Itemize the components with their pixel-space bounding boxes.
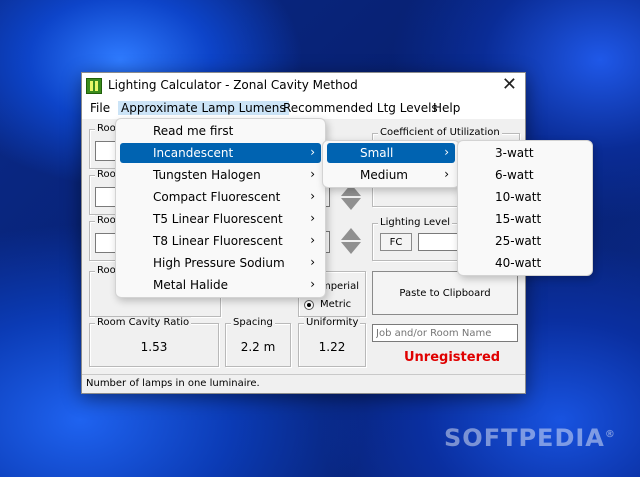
registered-mark: ® [604,429,616,440]
menu-item-label: 6-watt [495,168,534,182]
cu-label: Coefficient of Utilization [378,127,502,138]
menu-item-10-watt[interactable]: 10-watt [462,187,588,207]
menu-item-label: Small [360,146,394,160]
chevron-right-icon: › [310,167,315,181]
title-bar[interactable]: Lighting Calculator - Zonal Cavity Metho… [82,73,525,99]
menu-item-label: Read me first [153,124,234,138]
small-submenu: 3-watt 6-watt 10-watt 15-watt 25-watt 40… [457,140,593,276]
uniformity-label: Uniformity [304,317,361,328]
menu-item-metal-halide[interactable]: Metal Halide › [120,275,321,295]
room-input-1[interactable] [95,141,117,161]
menu-file[interactable]: File [87,101,113,115]
close-icon[interactable]: ✕ [502,75,517,95]
menu-item-tungsten-halogen[interactable]: Tungsten Halogen › [120,165,321,185]
menu-item-3-watt[interactable]: 3-watt [462,143,588,163]
menu-item-read-me-first[interactable]: Read me first [120,121,321,141]
status-text: Number of lamps in one luminaire. [86,378,260,389]
room-cavity-ratio-group: Room Cavity Ratio 1.53 [89,317,219,367]
paste-to-clipboard-button[interactable]: Paste to Clipboard [372,271,518,315]
menu-item-small[interactable]: Small › [327,143,455,163]
chevron-right-icon: › [310,145,315,159]
metric-label: Metric [320,299,352,310]
chevron-right-icon: › [310,189,315,203]
menu-item-compact-fluorescent[interactable]: Compact Fluorescent › [120,187,321,207]
menu-item-label: Medium [360,168,408,182]
menu-item-medium[interactable]: Medium › [327,165,455,185]
menu-item-label: T5 Linear Fluorescent [153,212,283,226]
chevron-right-icon: › [310,233,315,247]
uniformity-value: 1.22 [318,340,346,354]
menu-item-label: Incandescent [153,146,234,160]
menu-item-t5-linear-fluorescent[interactable]: T5 Linear Fluorescent › [120,209,321,229]
chevron-right-icon: › [310,211,315,225]
menu-item-label: Metal Halide [153,278,228,292]
menu-item-incandescent[interactable]: Incandescent › [120,143,321,163]
menu-item-high-pressure-sodium[interactable]: High Pressure Sodium › [120,253,321,273]
window-title: Lighting Calculator - Zonal Cavity Metho… [108,78,358,92]
softpedia-watermark: SOFTPEDIA® [444,424,616,452]
lamp-lumens-menu: Read me first Incandescent › Tungsten Ha… [115,118,326,298]
menu-item-label: 3-watt [495,146,534,160]
menu-item-label: Tungsten Halogen [153,168,261,182]
lighting-level-input[interactable] [418,233,458,251]
menu-item-label: High Pressure Sodium [153,256,285,270]
menu-approximate-lamp-lumens[interactable]: Approximate Lamp Lumens [118,101,289,115]
menu-item-label: Compact Fluorescent [153,190,281,204]
job-room-name-input[interactable] [372,324,518,342]
room-input-3[interactable] [95,233,117,253]
menu-item-label: T8 Linear Fluorescent [153,234,283,248]
unregistered-label: Unregistered [404,350,501,365]
menu-item-label: 15-watt [495,212,542,226]
menu-recommended-ltg-levels[interactable]: Recommended Ltg Levels [280,101,441,115]
spacing-group: Spacing 2.2 m [225,317,291,367]
metric-radio[interactable] [304,300,314,310]
menu-item-label: 40-watt [495,256,542,270]
lighting-calculator-icon [86,78,102,94]
incandescent-submenu: Small › Medium › [322,140,460,188]
menu-help[interactable]: Help [430,101,463,115]
menu-item-25-watt[interactable]: 25-watt [462,231,588,251]
spinner-2[interactable] [340,227,362,257]
chevron-right-icon: › [310,277,315,291]
lighting-level-label: Lighting Level [378,217,452,228]
room-input-2[interactable] [95,187,117,207]
room-cavity-ratio-label: Room Cavity Ratio [95,317,192,328]
fc-button[interactable]: FC [380,233,412,251]
spacing-label: Spacing [231,317,275,328]
menu-item-label: 25-watt [495,234,542,248]
chevron-right-icon: › [444,145,449,159]
spacing-value: 2.2 m [240,340,276,354]
menu-bar: File Approximate Lamp Lumens Recommended… [82,99,525,119]
chevron-right-icon: › [444,167,449,181]
menu-item-t8-linear-fluorescent[interactable]: T8 Linear Fluorescent › [120,231,321,251]
menu-item-15-watt[interactable]: 15-watt [462,209,588,229]
watermark-text: SOFTPEDIA [444,424,605,452]
menu-item-6-watt[interactable]: 6-watt [462,165,588,185]
menu-item-label: 10-watt [495,190,542,204]
uniformity-group: Uniformity 1.22 [298,317,366,367]
status-bar: Number of lamps in one luminaire. [82,374,525,394]
room-cavity-ratio-value: 1.53 [140,340,168,354]
menu-item-40-watt[interactable]: 40-watt [462,253,588,273]
chevron-right-icon: › [310,255,315,269]
